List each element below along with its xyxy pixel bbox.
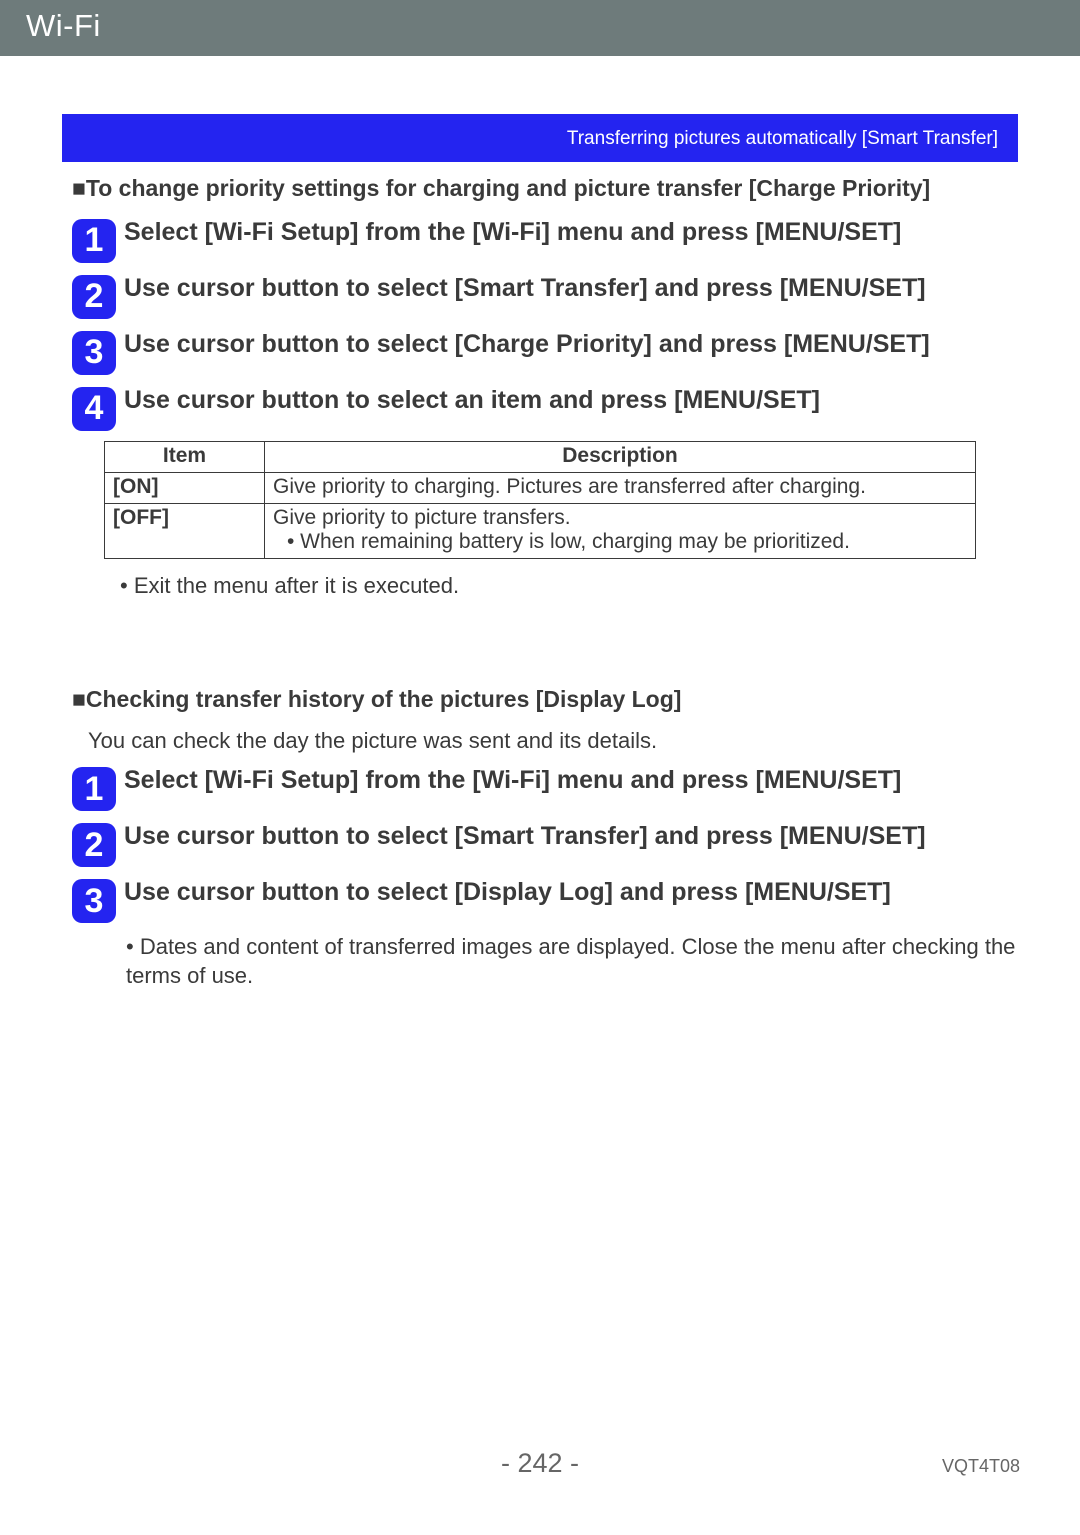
step-text: Use cursor button to select [Display Log…: [124, 877, 1028, 908]
options-table: Item Description [ON] Give priority to c…: [104, 441, 976, 559]
step: 1 Select [Wi-Fi Setup] from the [Wi-Fi] …: [72, 765, 1028, 811]
page-number: - 242 -: [0, 1448, 1080, 1479]
step-number-icon: 4: [72, 387, 116, 431]
step-number-icon: 2: [72, 275, 116, 319]
document-id: VQT4T08: [942, 1456, 1020, 1477]
banner: Transferring pictures automatically [Sma…: [62, 114, 1018, 162]
step-text: Use cursor button to select an item and …: [124, 385, 1028, 416]
cell-item: [OFF]: [105, 503, 265, 558]
step: 4 Use cursor button to select an item an…: [72, 385, 1028, 431]
step: 2 Use cursor button to select [Smart Tra…: [72, 273, 1028, 319]
step-text: Use cursor button to select [Smart Trans…: [124, 273, 1028, 304]
section2: ■Checking transfer history of the pictur…: [52, 685, 1028, 991]
cell-desc: Give priority to picture transfers. • Wh…: [265, 503, 976, 558]
table-header-row: Item Description: [105, 441, 976, 472]
step: 2 Use cursor button to select [Smart Tra…: [72, 821, 1028, 867]
step-number-icon: 1: [72, 767, 116, 811]
section2-heading: ■Checking transfer history of the pictur…: [52, 685, 1028, 714]
cell-item: [ON]: [105, 472, 265, 503]
main-content: Transferring pictures automatically [Sma…: [0, 114, 1080, 990]
step-text: Use cursor button to select [Smart Trans…: [124, 821, 1028, 852]
step: 3 Use cursor button to select [Display L…: [72, 877, 1028, 923]
step: 3 Use cursor button to select [Charge Pr…: [72, 329, 1028, 375]
cell-desc-sub: • When remaining battery is low, chargin…: [273, 530, 850, 553]
section2-footnote: • Dates and content of transferred image…: [126, 933, 1028, 990]
section2-sub: You can check the day the picture was se…: [52, 726, 1028, 756]
cell-desc: Give priority to charging. Pictures are …: [265, 472, 976, 503]
col-header-item: Item: [105, 441, 265, 472]
page-title: Wi-Fi: [26, 8, 101, 43]
step-number-icon: 1: [72, 219, 116, 263]
step-text: Select [Wi-Fi Setup] from the [Wi-Fi] me…: [124, 217, 1028, 248]
step-number-icon: 2: [72, 823, 116, 867]
banner-text: Transferring pictures automatically [Sma…: [567, 128, 998, 149]
step-number-icon: 3: [72, 331, 116, 375]
col-header-description: Description: [265, 441, 976, 472]
header-bar: Wi-Fi: [0, 0, 1080, 56]
table-row: [OFF] Give priority to picture transfers…: [105, 503, 976, 558]
step-text: Use cursor button to select [Charge Prio…: [124, 329, 1028, 360]
step: 1 Select [Wi-Fi Setup] from the [Wi-Fi] …: [72, 217, 1028, 263]
step-text: Select [Wi-Fi Setup] from the [Wi-Fi] me…: [124, 765, 1028, 796]
step-number-icon: 3: [72, 879, 116, 923]
section1-heading: ■To change priority settings for chargin…: [52, 174, 1028, 203]
table-row: [ON] Give priority to charging. Pictures…: [105, 472, 976, 503]
cell-desc-main: Give priority to picture transfers.: [273, 506, 571, 529]
exit-note: • Exit the menu after it is executed.: [120, 573, 1028, 599]
